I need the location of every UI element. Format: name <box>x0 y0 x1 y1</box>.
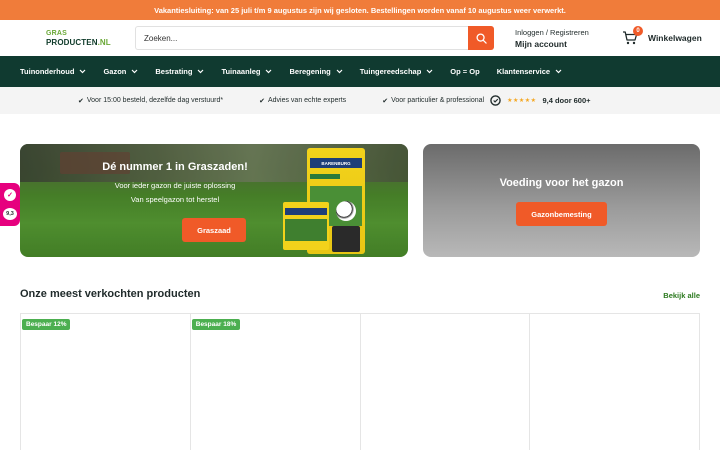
banner-title: Dé nummer 1 in Graszaden! <box>102 161 248 173</box>
announcement-bar: Vakantiesluiting: van 25 juli t/m 9 augu… <box>0 0 720 20</box>
nav-label: Gazon <box>103 67 127 76</box>
search-icon <box>475 32 487 44</box>
announcement-text: Vakantiesluiting: van 25 juli t/m 9 augu… <box>154 5 566 15</box>
search-bar <box>135 26 494 50</box>
product-card[interactable] <box>361 314 531 450</box>
cart-label: Winkelwagen <box>648 33 702 43</box>
usp-item: ✔ Voor particulier & professional <box>382 97 484 105</box>
chevron-down-icon <box>555 69 562 74</box>
bestsellers-heading: Onze meest verkochten producten <box>20 288 201 300</box>
banner-title: Voeding voor het gazon <box>499 177 624 189</box>
usp-bar: ✔ Voor 15:00 besteld, dezelfde dag verstu… <box>0 87 720 114</box>
product-card[interactable]: Bespaar 12% <box>21 314 191 450</box>
cart-button[interactable]: 0 Winkelwagen <box>622 26 702 46</box>
nav-item-op-op[interactable]: Op = Op <box>450 67 479 76</box>
login-register-label: Inloggen / Registreren <box>515 28 589 37</box>
review-badge-icon: ✓ <box>4 189 16 202</box>
product-grid: Bespaar 12% Bespaar 18% <box>20 313 700 450</box>
nav-item-tuingereedschap[interactable]: Tuingereedschap <box>360 67 434 76</box>
grass-seed-banner[interactable]: BARENBURG Dé nummer 1 in Graszaden! Voor… <box>20 144 408 257</box>
nav-label: Op = Op <box>450 67 480 76</box>
hero-banners: BARENBURG Dé nummer 1 in Graszaden! Voor… <box>20 144 700 257</box>
rating-score: 9,4 door <box>542 96 572 105</box>
my-account-label: Mijn account <box>515 39 567 49</box>
usp-text: Advies van echte experts <box>267 97 347 104</box>
usp-text: Voor particulier & professional <box>391 97 485 104</box>
rating-count: 600+ <box>573 96 591 105</box>
chevron-down-icon <box>336 69 343 74</box>
banner-subtitle-1: Voor ieder gazon de juiste oplossing <box>114 181 236 190</box>
usp-item: ✔ Voor 15:00 besteld, dezelfde dag verstu… <box>78 97 223 105</box>
checkmark-icon: ✔ <box>259 97 265 105</box>
product-card[interactable]: Bespaar 18% <box>191 314 361 450</box>
search-button[interactable] <box>468 26 494 50</box>
banner-subtitle-2: Van speelgazon tot herstel <box>130 195 220 204</box>
review-logo-icon <box>490 95 501 106</box>
nav-item-gazon[interactable]: Gazon <box>103 67 138 76</box>
checkmark-icon: ✔ <box>382 97 389 105</box>
logo-line-1: GRAS <box>46 30 68 37</box>
cart-icon: 0 <box>622 26 643 46</box>
site-header: GRAS PRODUCTEN.NL Inloggen / Registreren… <box>0 20 720 56</box>
grass-seed-box-image <box>283 202 329 250</box>
lawn-fertilizer-banner[interactable]: Voeding voor het gazon Gazonbemesting <box>423 144 700 257</box>
usp-text: Voor 15:00 besteld, dezelfde dag verstuu… <box>86 97 224 104</box>
product-card[interactable] <box>530 314 699 450</box>
site-logo[interactable]: GRAS PRODUCTEN.NL <box>46 28 116 48</box>
grass-seed-button[interactable]: Graszaad <box>182 218 246 242</box>
logo-line-2a: PRODUCTEN <box>46 38 98 47</box>
discount-badge: Bespaar 12% <box>22 319 71 330</box>
review-rating[interactable]: ★★★★★ 9,4 door 600+ <box>490 95 591 106</box>
nav-label: Klantenservice <box>496 67 551 76</box>
nav-item-tuinonderhoud[interactable]: Tuinonderhoud <box>20 67 86 76</box>
lawn-fertilizer-button[interactable]: Gazonbemesting <box>516 202 607 226</box>
product-pack-image <box>332 226 360 252</box>
nav-label: Bestrating <box>155 67 193 76</box>
nav-item-bestrating[interactable]: Bestrating <box>155 67 204 76</box>
cart-count-badge: 0 <box>633 26 643 36</box>
nav-label: Tuinaanleg <box>221 67 261 76</box>
usp-item: ✔ Advies van echte experts <box>259 97 346 105</box>
nav-label: Tuinonderhoud <box>20 67 75 76</box>
review-badge-score: 9,3 <box>3 207 17 220</box>
nav-item-tuinaanleg[interactable]: Tuinaanleg <box>221 67 272 76</box>
main-navigation: Tuinonderhoud Gazon Bestrating Tuinaanle… <box>0 56 720 87</box>
chevron-down-icon <box>131 69 138 74</box>
nav-label: Beregening <box>289 67 331 76</box>
rating-stars: ★★★★★ <box>507 98 537 104</box>
nav-label: Tuingereedschap <box>359 67 422 76</box>
chevron-down-icon <box>266 69 272 74</box>
football-image <box>336 201 356 221</box>
nav-item-klantenservice[interactable]: Klantenservice <box>497 67 562 76</box>
see-all-link[interactable]: Bekijk alle <box>663 291 700 300</box>
search-input[interactable] <box>136 27 468 49</box>
checkmark-icon: ✔ <box>78 97 84 105</box>
chevron-down-icon <box>80 69 86 74</box>
account-link[interactable]: Inloggen / Registreren Mijn account <box>515 28 589 49</box>
review-side-badge[interactable]: ✓ 9,3 <box>0 183 20 226</box>
logo-line-2b: .NL <box>97 38 111 47</box>
nav-item-beregening[interactable]: Beregening <box>289 67 343 76</box>
logo-line-2: PRODUCTEN.NL <box>46 38 111 47</box>
discount-badge: Bespaar 18% <box>191 319 241 330</box>
chevron-down-icon <box>198 69 204 74</box>
chevron-down-icon <box>426 69 433 74</box>
